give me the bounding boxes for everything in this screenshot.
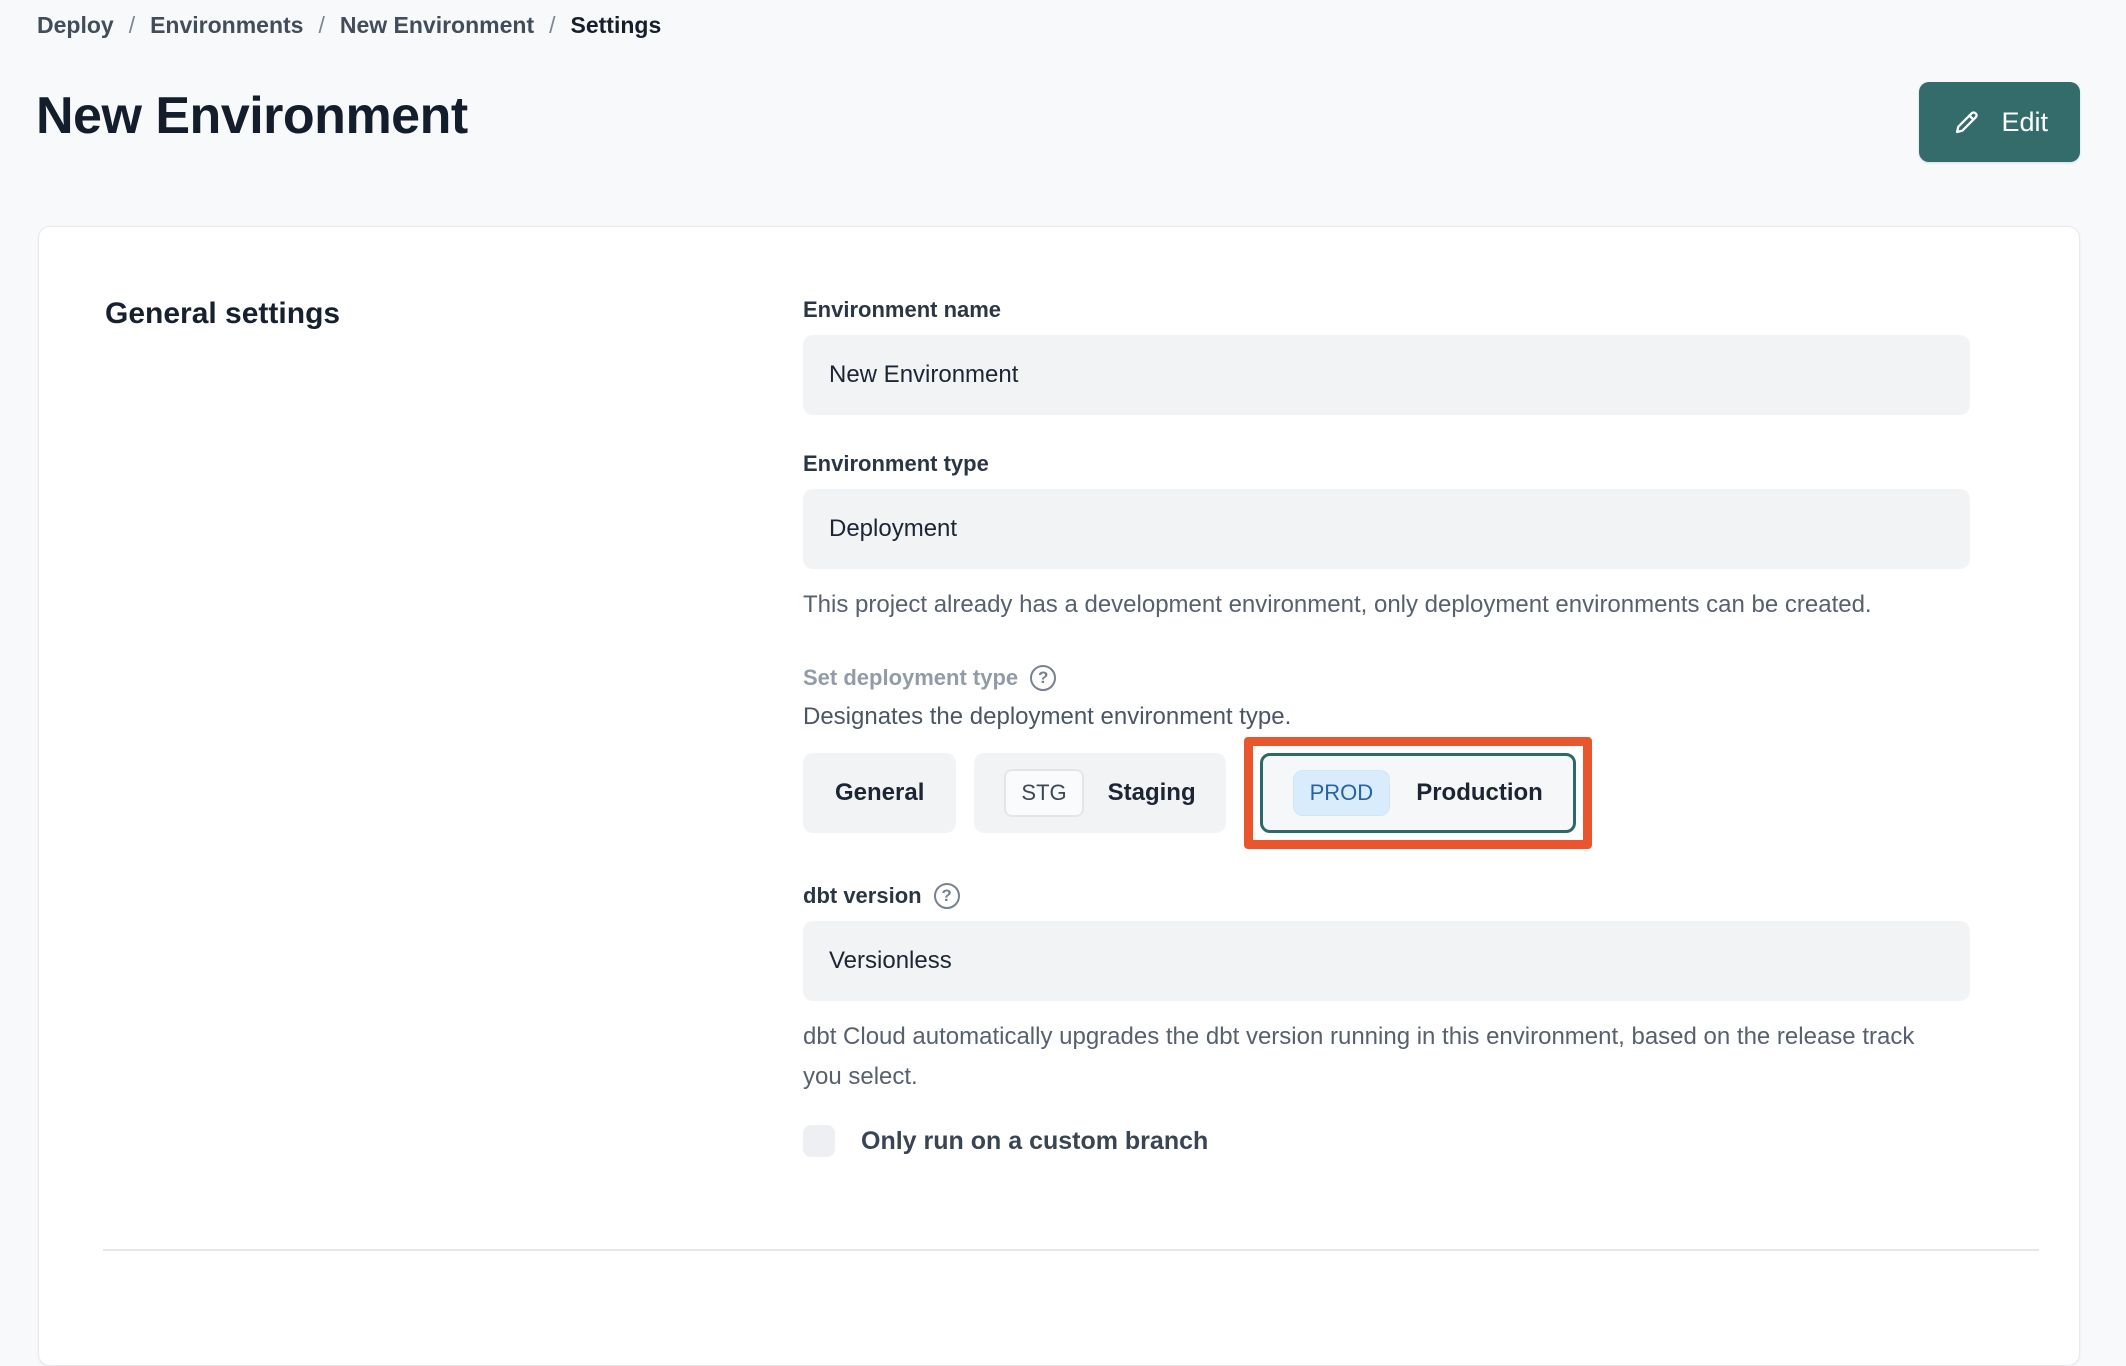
dbt-version-help-text: dbt Cloud automatically upgrades the dbt… <box>803 1023 1915 1090</box>
environment-name-label: Environment name <box>803 297 1002 322</box>
breadcrumb-item-environments[interactable]: Environments <box>150 12 303 39</box>
help-icon[interactable]: ? <box>933 883 960 909</box>
deployment-type-option-staging-label: Staging <box>1107 779 1196 806</box>
edit-button-label: Edit <box>2001 106 2048 137</box>
breadcrumb-item-settings: Settings <box>570 12 662 38</box>
deployment-type-option-general[interactable]: General <box>803 753 957 833</box>
breadcrumb-separator: / <box>318 12 325 38</box>
custom-branch-checkbox[interactable] <box>803 1125 835 1157</box>
annotation-highlight-box: PROD Production <box>1243 737 1592 849</box>
dbt-version-label: dbt version ? <box>803 883 1970 909</box>
deployment-type-option-staging[interactable]: STG Staging <box>974 753 1226 833</box>
environment-name-field: New Environment <box>803 335 1970 415</box>
edit-button[interactable]: Edit <box>1919 82 2080 162</box>
section-divider <box>103 1249 2039 1251</box>
breadcrumb-item-new-environment[interactable]: New Environment <box>340 12 534 39</box>
deployment-type-option-general-label: General <box>835 779 925 806</box>
help-icon[interactable]: ? <box>1030 665 1057 691</box>
page-title: New Environment <box>36 87 468 145</box>
staging-badge: STG <box>1004 769 1084 817</box>
pencil-icon <box>1951 106 1983 138</box>
dbt-version-field: Versionless <box>803 921 1970 1001</box>
breadcrumb-separator: / <box>128 12 136 38</box>
prod-badge: PROD <box>1292 770 1391 816</box>
breadcrumb-separator: / <box>549 12 556 38</box>
general-settings-card: General settings Environment name New En… <box>38 226 2080 1366</box>
deployment-type-options: General STG Staging PROD Production <box>803 737 1970 849</box>
custom-branch-row: Only run on a custom branch <box>803 1125 1970 1157</box>
environment-type-help-text: This project already has a development e… <box>803 591 1872 618</box>
custom-branch-label: Only run on a custom branch <box>861 1126 1209 1155</box>
environment-type-field: Deployment <box>803 489 1970 569</box>
deployment-type-description: Designates the deployment environment ty… <box>803 703 1292 730</box>
deployment-type-option-production-label: Production <box>1416 779 1543 806</box>
breadcrumb: Deploy / Environments / New Environment … <box>37 12 661 39</box>
breadcrumb-item-deploy[interactable]: Deploy <box>37 12 114 39</box>
environment-type-label: Environment type <box>803 451 989 476</box>
section-heading: General settings <box>105 297 341 330</box>
deployment-type-option-production[interactable]: PROD Production <box>1259 753 1576 833</box>
deployment-type-label: Set deployment type ? <box>803 665 1970 691</box>
